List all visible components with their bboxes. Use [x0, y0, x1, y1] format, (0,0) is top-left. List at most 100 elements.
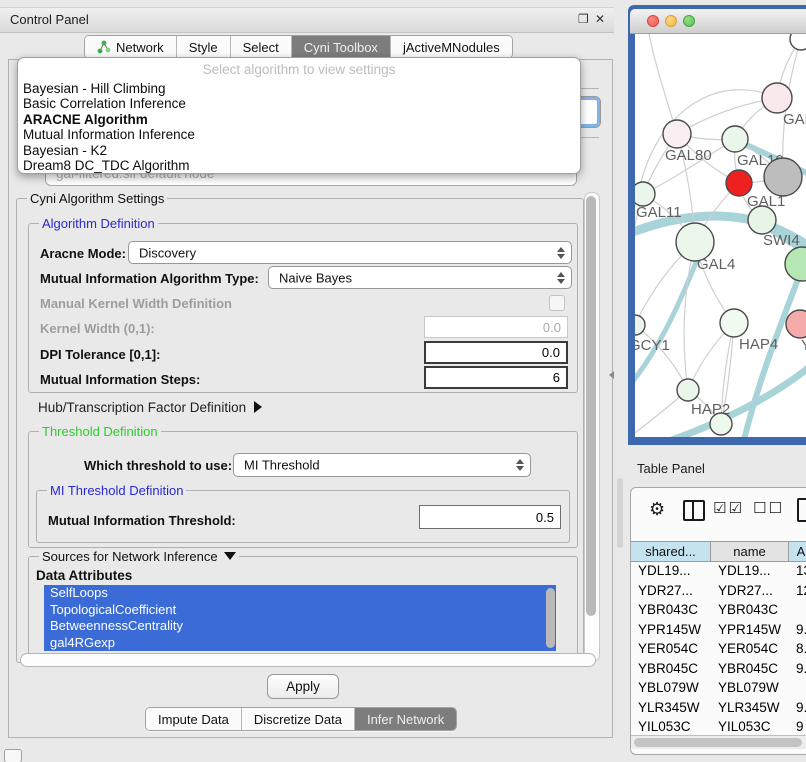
- table-cell[interactable]: YIL053C: [711, 717, 789, 737]
- table-row[interactable]: YER054CYER054C8.: [631, 639, 806, 659]
- close-panel-icon[interactable]: ✕: [595, 12, 605, 26]
- table-cell[interactable]: YBR043C: [631, 600, 711, 620]
- table-cell[interactable]: 8.: [789, 639, 806, 659]
- network-node-gal80[interactable]: [663, 120, 691, 148]
- mi-threshold-input[interactable]: [419, 505, 561, 529]
- document-icon[interactable]: [797, 498, 806, 522]
- algorithm-menu-item[interactable]: Basic Correlation Inference: [23, 96, 575, 111]
- network-canvas[interactable]: GALGAL80GAL10GAL1GAL11SWI4GAL4GCY1HAP4YH…: [635, 34, 806, 437]
- minimized-panel-icon[interactable]: [4, 749, 22, 762]
- table-cell[interactable]: YDR27...: [631, 581, 711, 601]
- network-node-hap2[interactable]: [677, 379, 699, 401]
- table-cell[interactable]: 9: [789, 717, 806, 737]
- data-attribute-item-selected[interactable]: gal4RGexp: [44, 635, 556, 652]
- tab-infer-network[interactable]: Infer Network: [355, 708, 456, 730]
- network-node-gal10[interactable]: [722, 126, 748, 152]
- table-cell[interactable]: YBR045C: [631, 659, 711, 679]
- table-cell[interactable]: 13: [789, 561, 806, 581]
- deselect-all-checkboxes-icon[interactable]: ☐☐: [753, 499, 784, 517]
- tab-discretize-data[interactable]: Discretize Data: [242, 708, 355, 730]
- table-cell[interactable]: [789, 678, 806, 698]
- table-cell[interactable]: YPR145W: [631, 620, 711, 640]
- tab-style[interactable]: Style: [177, 36, 231, 58]
- manual-kernel-checkbox[interactable]: [549, 295, 565, 311]
- table-cell[interactable]: 9.: [789, 659, 806, 679]
- sources-legend[interactable]: Sources for Network Inference: [39, 549, 239, 564]
- table-cell[interactable]: YBL079W: [711, 678, 789, 698]
- panel-divider-handle[interactable]: [617, 478, 623, 548]
- table-cell[interactable]: YIL053C: [631, 717, 711, 737]
- table-cell[interactable]: 12: [789, 581, 806, 601]
- table-cell[interactable]: [789, 600, 806, 620]
- select-all-checkboxes-icon[interactable]: ☑☑: [713, 499, 744, 517]
- minimize-window-icon[interactable]: [665, 15, 677, 27]
- network-node-gal[interactable]: [762, 83, 792, 113]
- table-row[interactable]: YPR145WYPR145W9.: [631, 620, 806, 640]
- kernel-width-input[interactable]: [424, 316, 568, 338]
- network-node-hap4[interactable]: [720, 309, 748, 337]
- table-cell[interactable]: YPR145W: [711, 620, 789, 640]
- table-cell[interactable]: YBR045C: [711, 659, 789, 679]
- table-cell[interactable]: YDR27...: [711, 581, 789, 601]
- tab-select[interactable]: Select: [231, 36, 292, 58]
- close-window-icon[interactable]: [647, 15, 659, 27]
- table-row[interactable]: YDL19...YDL19...13: [631, 561, 806, 581]
- network-node-y[interactable]: [786, 310, 806, 338]
- algorithm-menu-item[interactable]: ARACNE Algorithm: [23, 112, 575, 127]
- table-hscrollbar-thumb[interactable]: [634, 738, 802, 747]
- tab-jactivemnodules[interactable]: jActiveMNodules: [391, 36, 512, 58]
- data-attributes-list[interactable]: SelfLoopsTopologicalCoefficientBetweenne…: [44, 585, 556, 652]
- float-window-icon[interactable]: ❐: [578, 12, 589, 26]
- column-header-shared-name[interactable]: shared...: [631, 542, 711, 561]
- aracne-mode-combo[interactable]: Discovery: [128, 241, 572, 264]
- gear-icon[interactable]: ⚙: [649, 499, 665, 520]
- table-cell[interactable]: YER054C: [711, 639, 789, 659]
- algorithm-menu-item[interactable]: Dream8 DC_TDC Algorithm: [23, 158, 575, 173]
- table-hscrollbar[interactable]: [631, 735, 806, 749]
- tab-cyni-toolbox[interactable]: Cyni Toolbox: [292, 36, 391, 58]
- mi-algorithm-type-combo[interactable]: Naive Bayes: [268, 266, 572, 289]
- network-node-gal11[interactable]: [635, 182, 655, 206]
- data-attribute-item-selected[interactable]: BetweennessCentrality: [44, 618, 556, 635]
- table-row[interactable]: YDR27...YDR27...12: [631, 581, 806, 601]
- hub-section-toggle[interactable]: Hub/Transcription Factor Definition: [38, 400, 262, 415]
- algorithm-menu-item[interactable]: Bayesian - K2: [23, 143, 575, 158]
- table-cell[interactable]: YDL19...: [631, 561, 711, 581]
- which-threshold-combo[interactable]: MI Threshold: [233, 453, 531, 477]
- settings-scrollbar[interactable]: [584, 192, 600, 662]
- algorithm-menu-item[interactable]: Mutual Information Inference: [23, 127, 575, 142]
- table-cell[interactable]: YLR345W: [631, 698, 711, 718]
- attributes-hscrollbar[interactable]: [20, 653, 596, 667]
- dpi-tolerance-input[interactable]: [424, 341, 568, 364]
- network-window-titlebar[interactable]: [630, 9, 806, 34]
- data-attribute-item-selected[interactable]: SelfLoops: [44, 585, 556, 602]
- column-header-name[interactable]: name: [711, 542, 789, 561]
- column-layout-icon[interactable]: [683, 500, 705, 521]
- table-cell[interactable]: YLR345W: [711, 698, 789, 718]
- table-cell[interactable]: YDL19...: [711, 561, 789, 581]
- network-node[interactable]: [764, 158, 802, 196]
- table-cell[interactable]: YBL079W: [631, 678, 711, 698]
- column-header-partial[interactable]: A: [789, 542, 806, 561]
- attributes-scrollbar[interactable]: [545, 586, 556, 651]
- zoom-window-icon[interactable]: [683, 15, 695, 27]
- tab-impute-data[interactable]: Impute Data: [146, 708, 242, 730]
- algorithm-menu-item[interactable]: Bayesian - Hill Climbing: [23, 81, 575, 96]
- apply-button[interactable]: Apply: [267, 674, 339, 699]
- table-cell[interactable]: 9.: [789, 620, 806, 640]
- network-node[interactable]: [790, 34, 806, 50]
- table-cell[interactable]: 9.: [789, 698, 806, 718]
- attributes-scrollbar-thumb[interactable]: [546, 588, 555, 648]
- network-node[interactable]: [785, 247, 806, 281]
- table-row[interactable]: YBR043CYBR043C: [631, 600, 806, 620]
- table-row[interactable]: YBR045CYBR045C9.: [631, 659, 806, 679]
- table-row[interactable]: YLR345WYLR345W9.: [631, 698, 806, 718]
- table-cell[interactable]: YBR043C: [711, 600, 789, 620]
- settings-scrollbar-thumb[interactable]: [586, 196, 596, 616]
- table-row[interactable]: YIL053CYIL053C9: [631, 717, 806, 737]
- tab-network[interactable]: Network: [85, 36, 177, 58]
- mi-steps-input[interactable]: [424, 366, 568, 389]
- table-row[interactable]: YBL079WYBL079W: [631, 678, 806, 698]
- network-node-swi4[interactable]: [748, 206, 776, 234]
- table-cell[interactable]: YER054C: [631, 639, 711, 659]
